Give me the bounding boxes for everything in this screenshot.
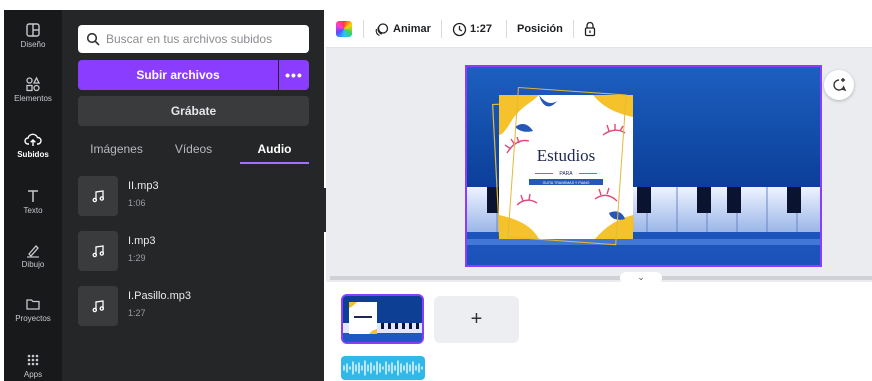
divider xyxy=(441,20,442,38)
plus-icon: + xyxy=(470,308,483,330)
add-page-button[interactable]: + xyxy=(434,296,519,343)
clock-icon xyxy=(452,22,467,36)
file-duration: 1:29 xyxy=(128,253,146,263)
more-icon: ••• xyxy=(285,67,303,83)
audio-file-item[interactable]: I.mp3 1:29 xyxy=(78,231,309,277)
apps-grid-icon xyxy=(27,354,39,366)
music-note-icon xyxy=(78,176,118,216)
record-yourself-button[interactable]: Grábate xyxy=(78,96,309,126)
position-label: Posición xyxy=(517,23,563,35)
app: Diseño Elementos Subidos Texto Dibujo Pr… xyxy=(0,0,872,381)
rail-item-elements[interactable]: Elementos xyxy=(4,68,62,118)
media-tabs: Imágenes Vídeos Audio xyxy=(78,136,309,164)
rail-label: Apps xyxy=(23,370,43,379)
file-name: II.mp3 xyxy=(128,180,159,192)
left-rail: Diseño Elementos Subidos Texto Dibujo Pr… xyxy=(4,10,62,381)
design-banner: GUITA TRANSMAS Y PIANO xyxy=(543,181,590,185)
tab-audio[interactable]: Audio xyxy=(240,136,309,164)
uploads-panel: Subir archivos ••• Grábate Imágenes Víde… xyxy=(62,10,324,381)
file-duration: 1:27 xyxy=(128,308,146,318)
upload-options-button[interactable]: ••• xyxy=(279,60,309,90)
tab-videos[interactable]: Vídeos xyxy=(155,136,232,164)
shapes-icon xyxy=(26,76,41,92)
color-swatch-icon xyxy=(336,21,352,37)
design-title: Estudios xyxy=(537,146,596,165)
editor-toolbar: Animar 1:27 Posición xyxy=(326,10,872,48)
audio-file-item[interactable]: I.Pasillo.mp3 1:27 xyxy=(78,286,309,332)
rail-item-design[interactable]: Diseño xyxy=(4,14,62,64)
cloud-upload-icon xyxy=(24,133,42,146)
record-label: Grábate xyxy=(170,104,217,118)
tab-images[interactable]: Imágenes xyxy=(78,136,155,164)
page-thumbnail[interactable] xyxy=(341,294,424,344)
search-box[interactable] xyxy=(78,25,309,53)
lock-icon xyxy=(584,21,596,37)
rail-label: Dibujo xyxy=(21,260,45,269)
position-button[interactable]: Posición xyxy=(517,10,563,48)
timeline-resize-bar[interactable] xyxy=(330,276,872,280)
upload-label: Subir archivos xyxy=(136,68,220,82)
animate-icon xyxy=(375,22,389,36)
rail-label: Proyectos xyxy=(15,314,51,323)
rail-item-uploads[interactable]: Subidos xyxy=(4,124,62,174)
lock-button[interactable] xyxy=(583,10,597,48)
search-input[interactable] xyxy=(106,32,301,46)
pen-icon xyxy=(27,245,39,258)
divider xyxy=(573,20,574,38)
layout-icon xyxy=(26,23,40,37)
divider xyxy=(506,20,507,38)
divider xyxy=(363,20,364,38)
text-icon xyxy=(28,190,38,202)
design-canvas[interactable]: Estudios PARA GUITA TRANSMAS Y PIANO xyxy=(465,65,822,267)
rail-label: Diseño xyxy=(20,40,46,49)
rail-label: Texto xyxy=(23,206,43,215)
regenerate-button[interactable] xyxy=(824,70,854,100)
rail-item-projects[interactable]: Proyectos xyxy=(4,288,62,338)
music-note-icon xyxy=(78,231,118,271)
comment-add-icon xyxy=(833,78,847,92)
duration-label: 1:27 xyxy=(470,23,493,35)
color-picker-button[interactable] xyxy=(336,10,352,48)
audio-track[interactable] xyxy=(341,356,425,380)
piano-background-image: Estudios PARA GUITA TRANSMAS Y PIANO xyxy=(467,67,820,265)
animate-label: Animar xyxy=(393,23,431,35)
design-subtitle: PARA xyxy=(559,171,573,177)
duration-button[interactable]: 1:27 xyxy=(452,10,492,48)
folder-icon xyxy=(26,299,40,310)
file-name: I.mp3 xyxy=(128,235,156,247)
search-icon xyxy=(86,32,100,46)
file-name: I.Pasillo.mp3 xyxy=(128,290,191,302)
music-note-icon xyxy=(78,286,118,326)
animate-button[interactable]: Animar xyxy=(374,10,431,48)
audio-file-item[interactable]: II.mp3 1:06 xyxy=(78,176,309,222)
rail-label: Subidos xyxy=(17,150,49,159)
rail-label: Elementos xyxy=(14,94,52,103)
upload-files-button[interactable]: Subir archivos xyxy=(78,60,278,90)
page-thumbnail-image xyxy=(343,296,422,342)
rail-item-draw[interactable]: Dibujo xyxy=(4,234,62,284)
chevron-down-icon: ⌄ xyxy=(637,272,645,282)
waveform-icon xyxy=(343,360,423,376)
rail-item-apps[interactable]: Apps xyxy=(4,344,62,381)
file-duration: 1:06 xyxy=(128,198,146,208)
rail-item-text[interactable]: Texto xyxy=(4,180,62,230)
